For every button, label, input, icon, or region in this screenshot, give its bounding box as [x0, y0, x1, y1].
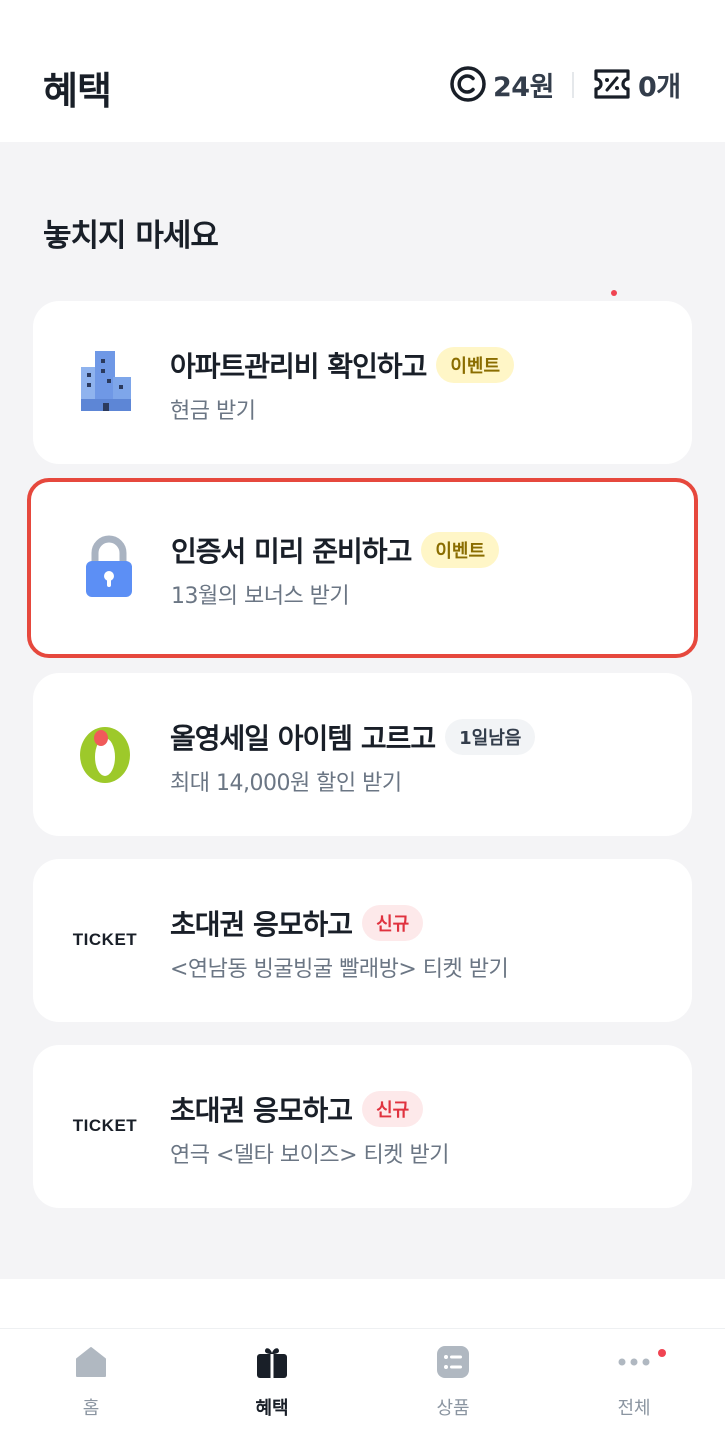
apartment-building-icon — [73, 349, 137, 413]
days-left-badge: 1일남음 — [445, 719, 536, 755]
card-title: 아파트관리비 확인하고 — [170, 350, 427, 383]
ticket-icon: TICKET — [72, 1116, 138, 1135]
gift-icon — [257, 1348, 287, 1378]
card-subtitle: 현금 받기 — [170, 399, 256, 424]
card-title: 올영세일 아이템 고르고 — [170, 722, 436, 755]
nav-label: 전체 — [617, 1398, 651, 1419]
event-badge: 이벤트 — [421, 532, 500, 568]
section-title: 놓치지 마세요 — [43, 218, 219, 254]
benefit-card-apartment[interactable]: 아파트관리비 확인하고 이벤트 현금 받기 — [33, 301, 692, 464]
nav-item-products[interactable]: 상품 — [393, 1341, 513, 1431]
ticket-icon: TICKET — [72, 930, 138, 949]
benefit-card-ticket-1[interactable]: TICKET 초대권 응모하고 신규 <연남동 빙굴빙굴 빨래방> 티켓 받기 — [33, 859, 692, 1022]
nav-item-all[interactable]: 전체 — [574, 1341, 694, 1431]
nav-item-benefits[interactable]: 혜택 — [212, 1341, 332, 1431]
nav-label: 혜택 — [255, 1398, 289, 1419]
event-badge: 이벤트 — [436, 347, 515, 383]
nav-label: 상품 — [436, 1398, 470, 1419]
new-badge: 신규 — [362, 905, 424, 941]
lock-icon — [77, 534, 141, 598]
notification-dot — [658, 1349, 666, 1357]
page-title: 혜택 — [43, 69, 112, 113]
card-subtitle: 최대 14,000원 할인 받기 — [170, 771, 402, 796]
benefit-card-oliveyoung[interactable]: 올영세일 아이템 고르고 1일남음 최대 14,000원 할인 받기 — [33, 673, 692, 836]
points-button[interactable]: 24원 — [449, 64, 554, 104]
coupon-icon — [594, 69, 630, 99]
card-subtitle: <연남동 빙굴빙굴 빨래방> 티켓 받기 — [170, 957, 509, 982]
list-icon — [437, 1346, 469, 1378]
card-subtitle: 13월의 보너스 받기 — [171, 584, 350, 609]
coupons-button[interactable]: 0개 — [593, 64, 681, 104]
benefit-card-certificate[interactable]: 인증서 미리 준비하고 이벤트 13월의 보너스 받기 — [27, 478, 698, 658]
card-title: 인증서 미리 준비하고 — [171, 535, 412, 568]
card-title: 초대권 응모하고 — [170, 1094, 353, 1127]
benefit-card-ticket-2[interactable]: TICKET 초대권 응모하고 신규 연극 <델타 보이즈> 티켓 받기 — [33, 1045, 692, 1208]
point-coin-icon — [450, 66, 486, 102]
coupons-value: 0개 — [638, 71, 681, 103]
oliveyoung-logo-icon — [73, 723, 137, 787]
card-subtitle: 연극 <델타 보이즈> 티켓 받기 — [170, 1143, 449, 1168]
card-title: 초대권 응모하고 — [170, 908, 353, 941]
notification-dot — [611, 290, 617, 296]
header: 혜택 24원 0개 — [0, 0, 725, 142]
bottom-navigation: 홈 혜택 상품 전체 — [0, 1328, 725, 1440]
new-badge: 신규 — [362, 1091, 424, 1127]
nav-item-home[interactable]: 홈 — [31, 1341, 151, 1431]
nav-label: 홈 — [82, 1398, 100, 1419]
home-icon — [76, 1347, 106, 1377]
points-value: 24원 — [493, 71, 554, 103]
more-icon — [618, 1358, 650, 1366]
header-divider — [572, 72, 574, 98]
